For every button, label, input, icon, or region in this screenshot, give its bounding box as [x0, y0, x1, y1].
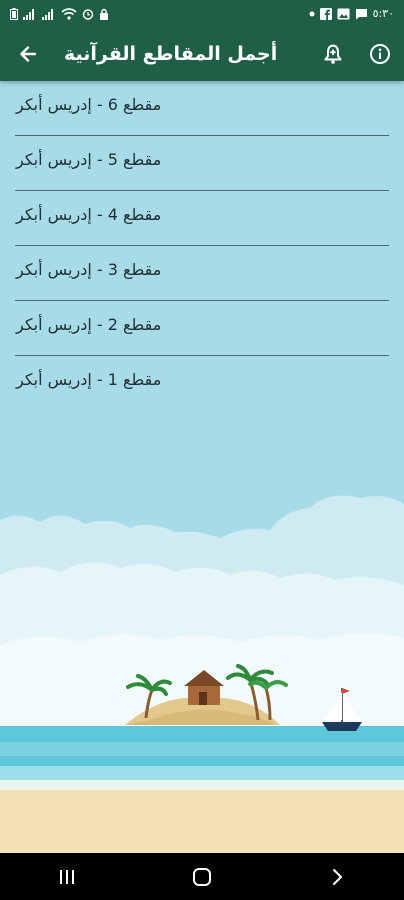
- status-icons-left: [10, 7, 109, 20]
- signal-icon: [23, 8, 34, 20]
- list-item[interactable]: مقطع 4 - إدريس أبكر: [15, 191, 389, 246]
- list-item-label: مقطع 5 - إدريس أبكر: [16, 150, 162, 169]
- back-button[interactable]: [6, 27, 50, 81]
- status-bar: ٥:٣٠: [0, 0, 404, 27]
- signal-icon: [42, 8, 53, 20]
- list-item[interactable]: مقطع 3 - إدريس أبكر: [15, 246, 389, 301]
- clips-list: مقطع 6 - إدريس أبكر مقطع 5 - إدريس أبكر …: [0, 81, 404, 411]
- list-item-label: مقطع 6 - إدريس أبكر: [16, 95, 162, 114]
- app-toolbar: أجمل المقاطع القرآنية: [0, 27, 404, 81]
- gallery-icon: [337, 8, 350, 19]
- info-icon: [370, 44, 390, 64]
- list-item[interactable]: مقطع 2 - إدريس أبكر: [15, 301, 389, 356]
- dot-icon: [309, 11, 315, 16]
- list-item-label: مقطع 2 - إدريس أبكر: [16, 315, 162, 334]
- chat-icon: [355, 8, 367, 19]
- info-button[interactable]: [358, 27, 402, 81]
- facebook-icon: [319, 7, 332, 20]
- clock-text: ٥:٣٠: [372, 7, 394, 20]
- list-item[interactable]: مقطع 6 - إدريس أبكر: [15, 81, 389, 136]
- list-item-label: مقطع 1 - إدريس أبكر: [16, 370, 162, 389]
- list-item-label: مقطع 4 - إدريس أبكر: [16, 205, 162, 224]
- list-item[interactable]: مقطع 1 - إدريس أبكر: [15, 356, 389, 411]
- notifications-button[interactable]: [311, 27, 355, 81]
- list-item[interactable]: مقطع 5 - إدريس أبكر: [15, 136, 389, 191]
- system-navigation-bar: [0, 853, 404, 900]
- home-icon: [192, 867, 211, 886]
- back-nav-button[interactable]: [307, 853, 367, 900]
- back-arrow-icon: [20, 46, 37, 62]
- alarm-icon: [82, 8, 94, 20]
- beach-scene-illustration: [0, 495, 404, 853]
- page-title: أجمل المقاطع القرآنية: [64, 43, 278, 65]
- bell-icon: [324, 44, 342, 64]
- battery-icon: [10, 7, 18, 20]
- list-item-label: مقطع 3 - إدريس أبكر: [16, 260, 162, 279]
- sand-shore: [0, 786, 404, 853]
- status-icons-right: ٥:٣٠: [309, 7, 394, 20]
- back-chevron-icon: [332, 868, 342, 885]
- lock-icon: [100, 8, 108, 20]
- wifi-icon: [61, 7, 77, 20]
- home-button[interactable]: [172, 853, 232, 900]
- recents-icon: [60, 869, 75, 884]
- recents-button[interactable]: [37, 853, 97, 900]
